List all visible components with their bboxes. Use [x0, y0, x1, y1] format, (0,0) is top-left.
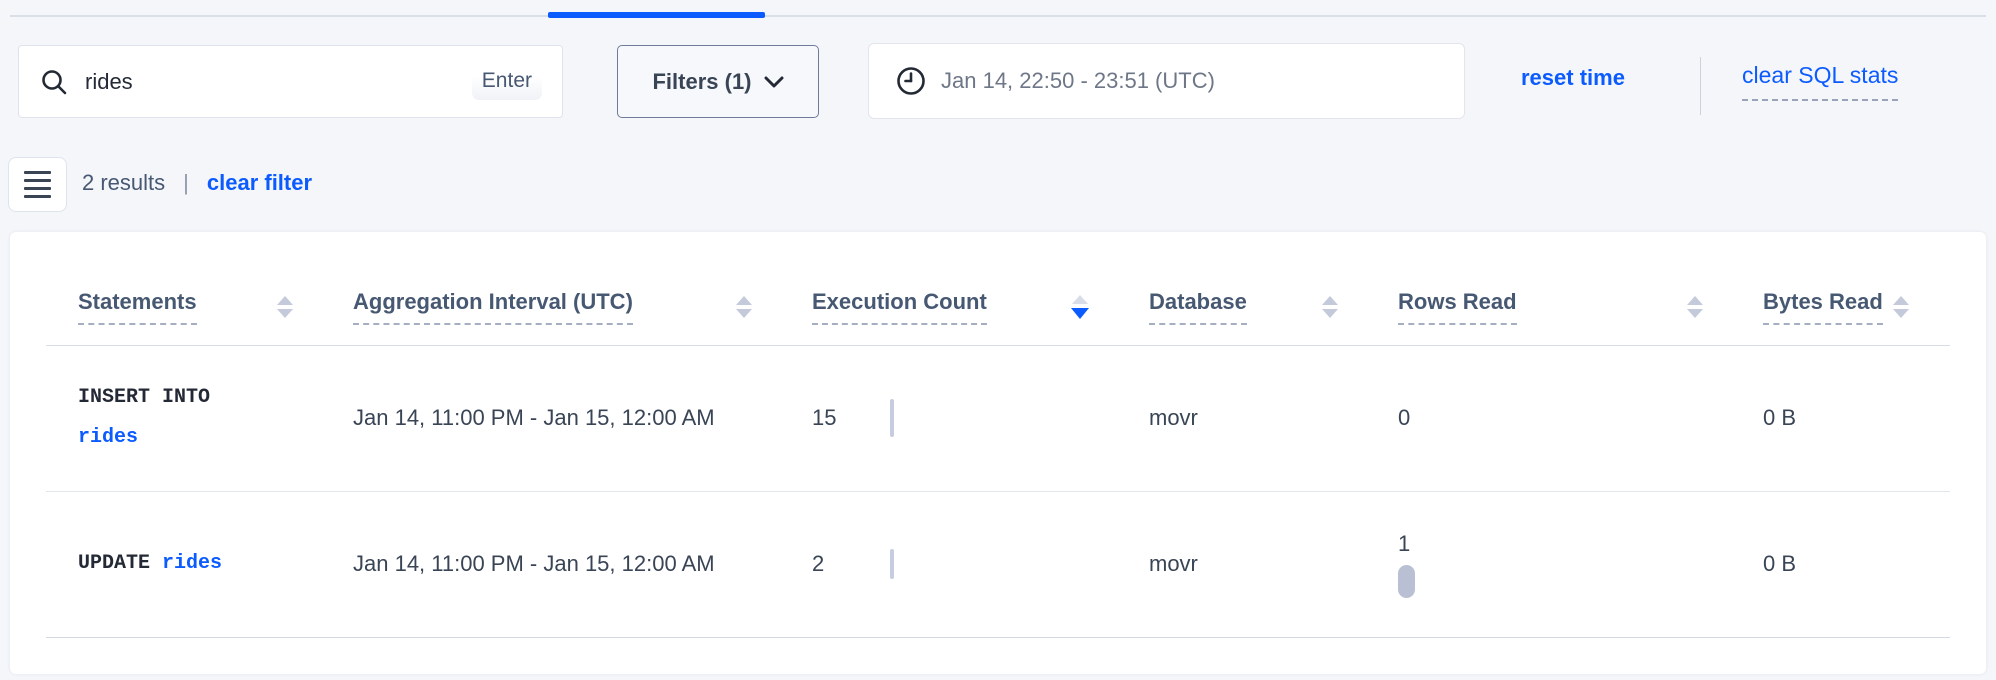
- execution-count-bar: [890, 399, 894, 437]
- active-tab-indicator: [548, 12, 765, 18]
- toolbar-divider: [1700, 57, 1701, 115]
- execution-count-value: 2: [812, 551, 890, 577]
- statement-link-rides[interactable]: rides: [162, 552, 222, 575]
- execution-count-bar: [890, 549, 894, 579]
- statement-text: UPDATE rides: [78, 544, 353, 584]
- sort-arrows-icon: [736, 296, 752, 318]
- sql-activity-page: Enter Filters (1) Jan 14, 22:50 - 23:51 …: [0, 0, 1996, 680]
- hamburger-icon: [24, 171, 51, 198]
- column-header-bytes-read[interactable]: Bytes Read: [1763, 232, 1950, 345]
- column-selector-button[interactable]: [8, 157, 67, 212]
- database-value: movr: [1149, 405, 1198, 430]
- tab-bar-underline: [10, 15, 1986, 17]
- table-row-insert-into-rides: INSERT INTO rides Jan 14, 11:00 PM - Jan…: [46, 345, 1950, 491]
- sort-arrows-icon: [1322, 296, 1338, 318]
- column-header-rows-read[interactable]: Rows Read: [1398, 232, 1763, 345]
- aggregation-interval: Jan 14, 11:00 PM - Jan 15, 12:00 AM: [353, 399, 812, 437]
- sort-arrows-icon-active-desc: [1071, 295, 1089, 319]
- rows-read-value: 0: [1398, 405, 1410, 430]
- clock-icon: [895, 65, 927, 97]
- time-range-picker[interactable]: Jan 14, 22:50 - 23:51 (UTC): [868, 43, 1465, 119]
- filters-button[interactable]: Filters (1): [617, 45, 819, 118]
- bytes-read-value: 0 B: [1763, 405, 1796, 430]
- rows-read-value: 1: [1398, 531, 1410, 557]
- sort-arrows-icon: [277, 296, 293, 318]
- results-count: 2 results: [82, 170, 165, 196]
- results-separator: |: [183, 170, 189, 196]
- search-box[interactable]: Enter: [18, 45, 563, 118]
- column-header-database[interactable]: Database: [1149, 232, 1398, 345]
- database-value: movr: [1149, 551, 1198, 576]
- rows-read-bar: [1398, 565, 1415, 598]
- bytes-read-value: 0 B: [1763, 551, 1796, 576]
- chevron-down-icon: [764, 75, 784, 89]
- table-header-row: Statements Aggregation Interval (UTC) Ex…: [46, 232, 1950, 345]
- sort-arrows-icon: [1893, 296, 1909, 318]
- column-header-statements[interactable]: Statements: [46, 232, 353, 345]
- aggregation-interval: Jan 14, 11:00 PM - Jan 15, 12:00 AM: [353, 545, 812, 583]
- search-icon: [39, 67, 69, 97]
- reset-time-link[interactable]: reset time: [1521, 65, 1625, 91]
- column-header-execution-count[interactable]: Execution Count: [812, 232, 1149, 345]
- clear-sql-stats-link[interactable]: clear SQL stats: [1742, 62, 1898, 101]
- search-input[interactable]: [85, 69, 472, 95]
- time-range-value: Jan 14, 22:50 - 23:51 (UTC): [941, 68, 1215, 94]
- execution-count-value: 15: [812, 405, 890, 431]
- statements-table: Statements Aggregation Interval (UTC) Ex…: [46, 232, 1950, 638]
- sort-arrows-icon: [1687, 296, 1703, 318]
- results-bar: 2 results | clear filter: [82, 170, 312, 196]
- column-header-aggregation-interval[interactable]: Aggregation Interval (UTC): [353, 232, 812, 345]
- enter-key-hint: Enter: [472, 64, 542, 100]
- table-row-update-rides: UPDATE rides Jan 14, 11:00 PM - Jan 15, …: [46, 491, 1950, 637]
- filters-button-label: Filters (1): [652, 69, 751, 95]
- statement-text: INSERT INTO rides: [78, 378, 353, 458]
- clear-filter-link[interactable]: clear filter: [207, 170, 312, 196]
- statements-table-card: Statements Aggregation Interval (UTC) Ex…: [10, 232, 1986, 674]
- statement-link-rides[interactable]: rides: [78, 426, 138, 449]
